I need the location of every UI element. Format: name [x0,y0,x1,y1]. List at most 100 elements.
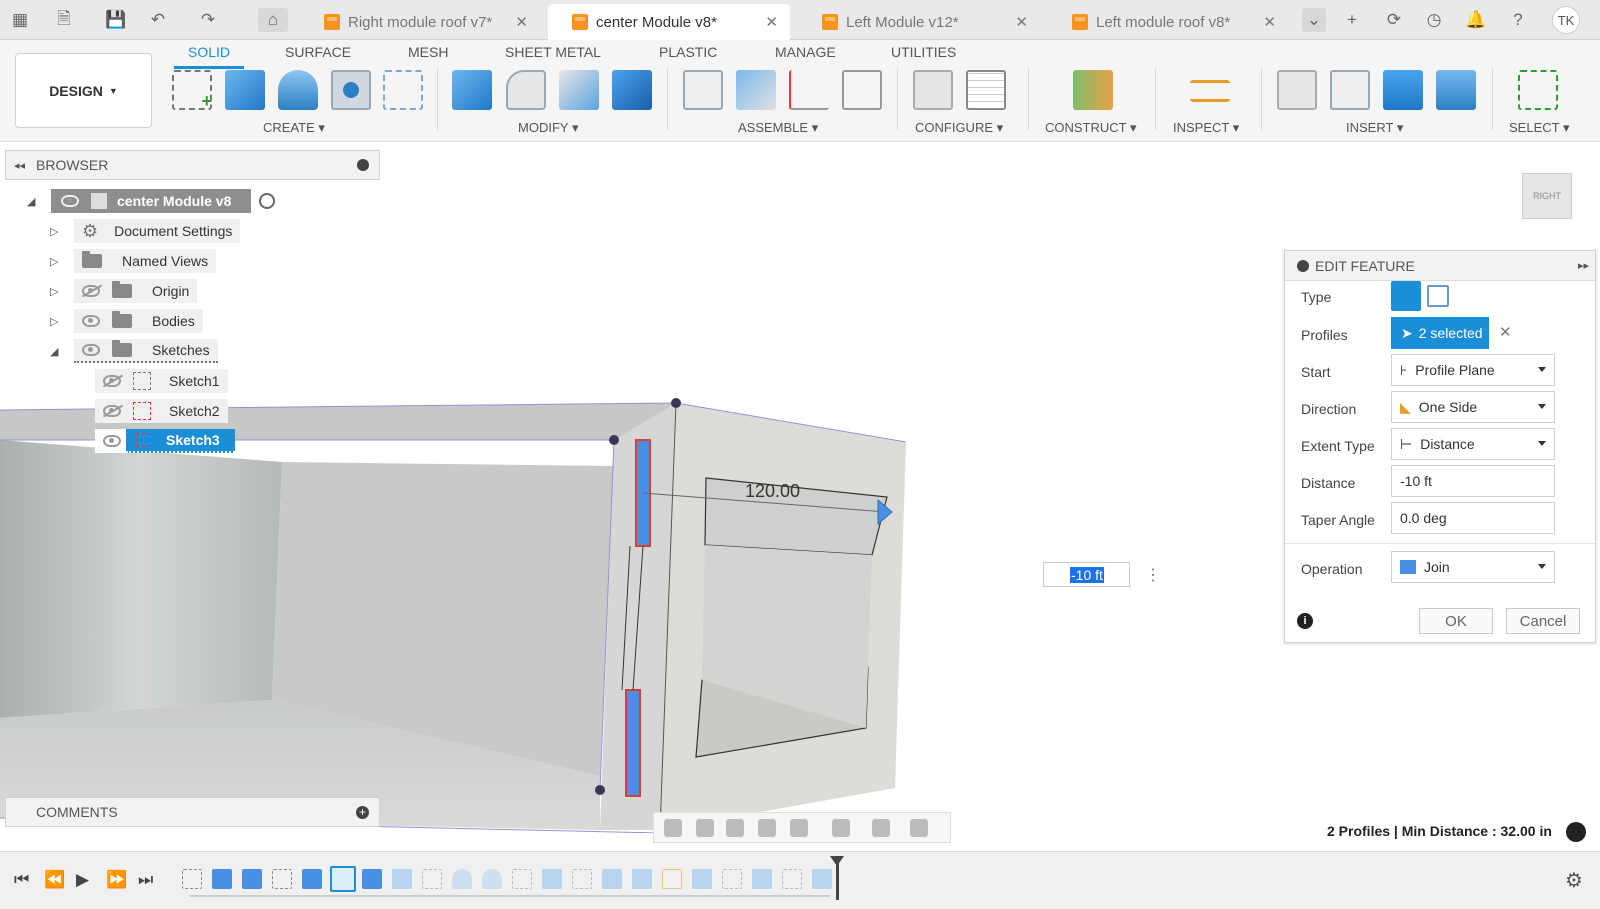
add-comment-icon[interactable]: + [356,806,369,819]
collapse-panel-icon[interactable]: ◂◂ [14,159,25,172]
construct-plane-icon[interactable] [1073,70,1113,110]
avatar[interactable]: TK [1552,6,1580,34]
extrude-icon[interactable] [225,70,265,110]
profiles-selection[interactable]: ➤ 2 selected [1391,317,1489,349]
workspace-switcher[interactable]: DESIGN ▼ [15,53,152,128]
hidden-eye-icon[interactable] [103,405,121,417]
hidden-eye-icon[interactable] [82,285,100,297]
distance-floating-input[interactable]: -10 ft [1043,562,1130,587]
browser-item-sketch3[interactable]: Sketch3 [95,429,235,453]
browser-item-origin[interactable]: ▷ Origin [50,279,198,303]
joint-origin-icon[interactable] [842,70,882,110]
taper-angle-field[interactable]: 0.0 deg [1391,502,1555,534]
chamfer-icon[interactable] [559,70,599,110]
comments-header[interactable]: COMMENTS + [5,797,380,827]
step-forward-icon[interactable]: ⏩ [106,870,127,890]
collapse-dialog-icon[interactable] [1297,260,1309,272]
tab-mesh[interactable]: MESH [408,44,448,60]
start-select[interactable]: ⊦ Profile Plane [1391,354,1555,386]
viewports-icon[interactable] [910,819,928,837]
pan-icon[interactable] [726,819,744,837]
save-icon[interactable]: 💾 [104,8,128,32]
timeline-marker[interactable] [836,860,839,900]
viewcube-face[interactable]: RIGHT [1522,173,1572,219]
type-thin-button[interactable] [1427,285,1449,307]
tab-solid[interactable]: SOLID [173,44,245,69]
hidden-eye-icon[interactable] [103,375,121,387]
timeline-suppressed-icon[interactable] [422,869,442,889]
new-tab-icon[interactable]: + [1340,8,1364,32]
configure-menu[interactable]: CONFIGURE ▾ [915,120,1003,136]
timeline-suppressed-icon[interactable] [632,869,652,889]
create-menu[interactable]: CREATE ▾ [263,120,325,136]
tab-surface[interactable]: SURFACE [285,44,351,60]
clear-selection-icon[interactable]: ✕ [1499,323,1512,341]
tab-right-module-roof[interactable]: Right module roof v7* ✕ [300,4,540,40]
viewcube[interactable]: RIGHT [1510,163,1580,233]
timeline-marker-handle-icon[interactable] [830,856,844,866]
hole-icon[interactable] [331,70,371,110]
construct-menu[interactable]: CONSTRUCT ▾ [1045,120,1137,136]
distance-field[interactable]: -10 ft [1391,465,1555,497]
timeline-suppressed-icon[interactable] [662,869,682,889]
fillet-icon[interactable] [506,70,546,110]
timeline-suppressed-icon[interactable] [572,869,592,889]
timeline-sketch-icon[interactable] [272,869,292,889]
help-icon[interactable]: ? [1506,8,1530,32]
configuration-table-icon[interactable] [966,70,1006,110]
chevron-down-icon[interactable]: ⌄ [1302,8,1326,32]
ok-button[interactable]: OK [1419,608,1493,634]
visibility-eye-icon[interactable] [61,195,79,207]
timeline-extrude-icon[interactable] [212,869,232,889]
collapse-triangle-icon[interactable]: ◢ [27,195,41,208]
insert-canvas-icon[interactable] [1436,70,1476,110]
timeline-suppressed-icon[interactable] [542,869,562,889]
extent-type-select[interactable]: ⊢ Distance [1391,428,1555,460]
timeline-active-sketch-icon[interactable] [330,866,356,892]
timeline-extrude-icon[interactable] [302,869,322,889]
step-back-icon[interactable]: ⏪ [44,870,65,890]
close-tab-icon[interactable]: ✕ [515,13,528,31]
collapse-triangle-icon[interactable]: ◢ [50,345,64,358]
browser-item-sketch1[interactable]: Sketch1 [95,369,228,393]
expand-dialog-icon[interactable]: ▸▸ [1578,259,1589,272]
browser-item-bodies[interactable]: ▷ Bodies [50,309,203,333]
browser-item-document-settings[interactable]: ▷ ⚙ Document Settings [50,219,241,243]
timeline-extrude-icon[interactable] [362,869,382,889]
text-commands-icon[interactable] [1566,822,1586,842]
timeline-suppressed-icon[interactable] [392,869,412,889]
redo-icon[interactable]: ↷ [196,8,220,32]
activate-radio-icon[interactable] [259,193,275,209]
tab-center-module[interactable]: center Module v8* ✕ [548,4,790,40]
select-menu[interactable]: SELECT ▾ [1509,120,1569,136]
visibility-eye-icon[interactable] [82,344,100,356]
look-at-icon[interactable] [696,819,714,837]
browser-item-sketch2[interactable]: Sketch2 [95,399,228,423]
timeline-suppressed-icon[interactable] [782,869,802,889]
configure-icon[interactable] [913,70,953,110]
panel-minimize-icon[interactable] [357,159,369,171]
combine-icon[interactable] [612,70,652,110]
modify-menu[interactable]: MODIFY ▾ [518,120,578,136]
timeline-suppressed-icon[interactable] [722,869,742,889]
type-solid-button[interactable] [1391,281,1421,311]
play-icon[interactable]: ▶ [76,870,89,890]
display-settings-icon[interactable] [832,819,850,837]
grid-settings-icon[interactable] [872,819,890,837]
cancel-button[interactable]: Cancel [1506,608,1580,634]
home-icon[interactable]: ⌂ [258,8,288,32]
orbit-icon[interactable] [664,819,682,837]
create-sketch-icon[interactable]: + [172,70,212,111]
timeline-suppressed-icon[interactable] [452,869,472,889]
joint-icon[interactable] [736,70,776,110]
timeline-suppressed-icon[interactable] [812,869,832,889]
timeline-extrude-icon[interactable] [242,869,262,889]
pattern-icon[interactable] [383,70,423,110]
visibility-eye-icon[interactable] [103,435,121,447]
timeline-suppressed-icon[interactable] [602,869,622,889]
insert-mesh-icon[interactable] [1383,70,1423,110]
tab-left-module[interactable]: Left Module v12* ✕ [798,4,1040,40]
tab-sheet-metal[interactable]: SHEET METAL [505,44,601,60]
tab-plastic[interactable]: PLASTIC [659,44,717,60]
timeline-suppressed-icon[interactable] [512,869,532,889]
